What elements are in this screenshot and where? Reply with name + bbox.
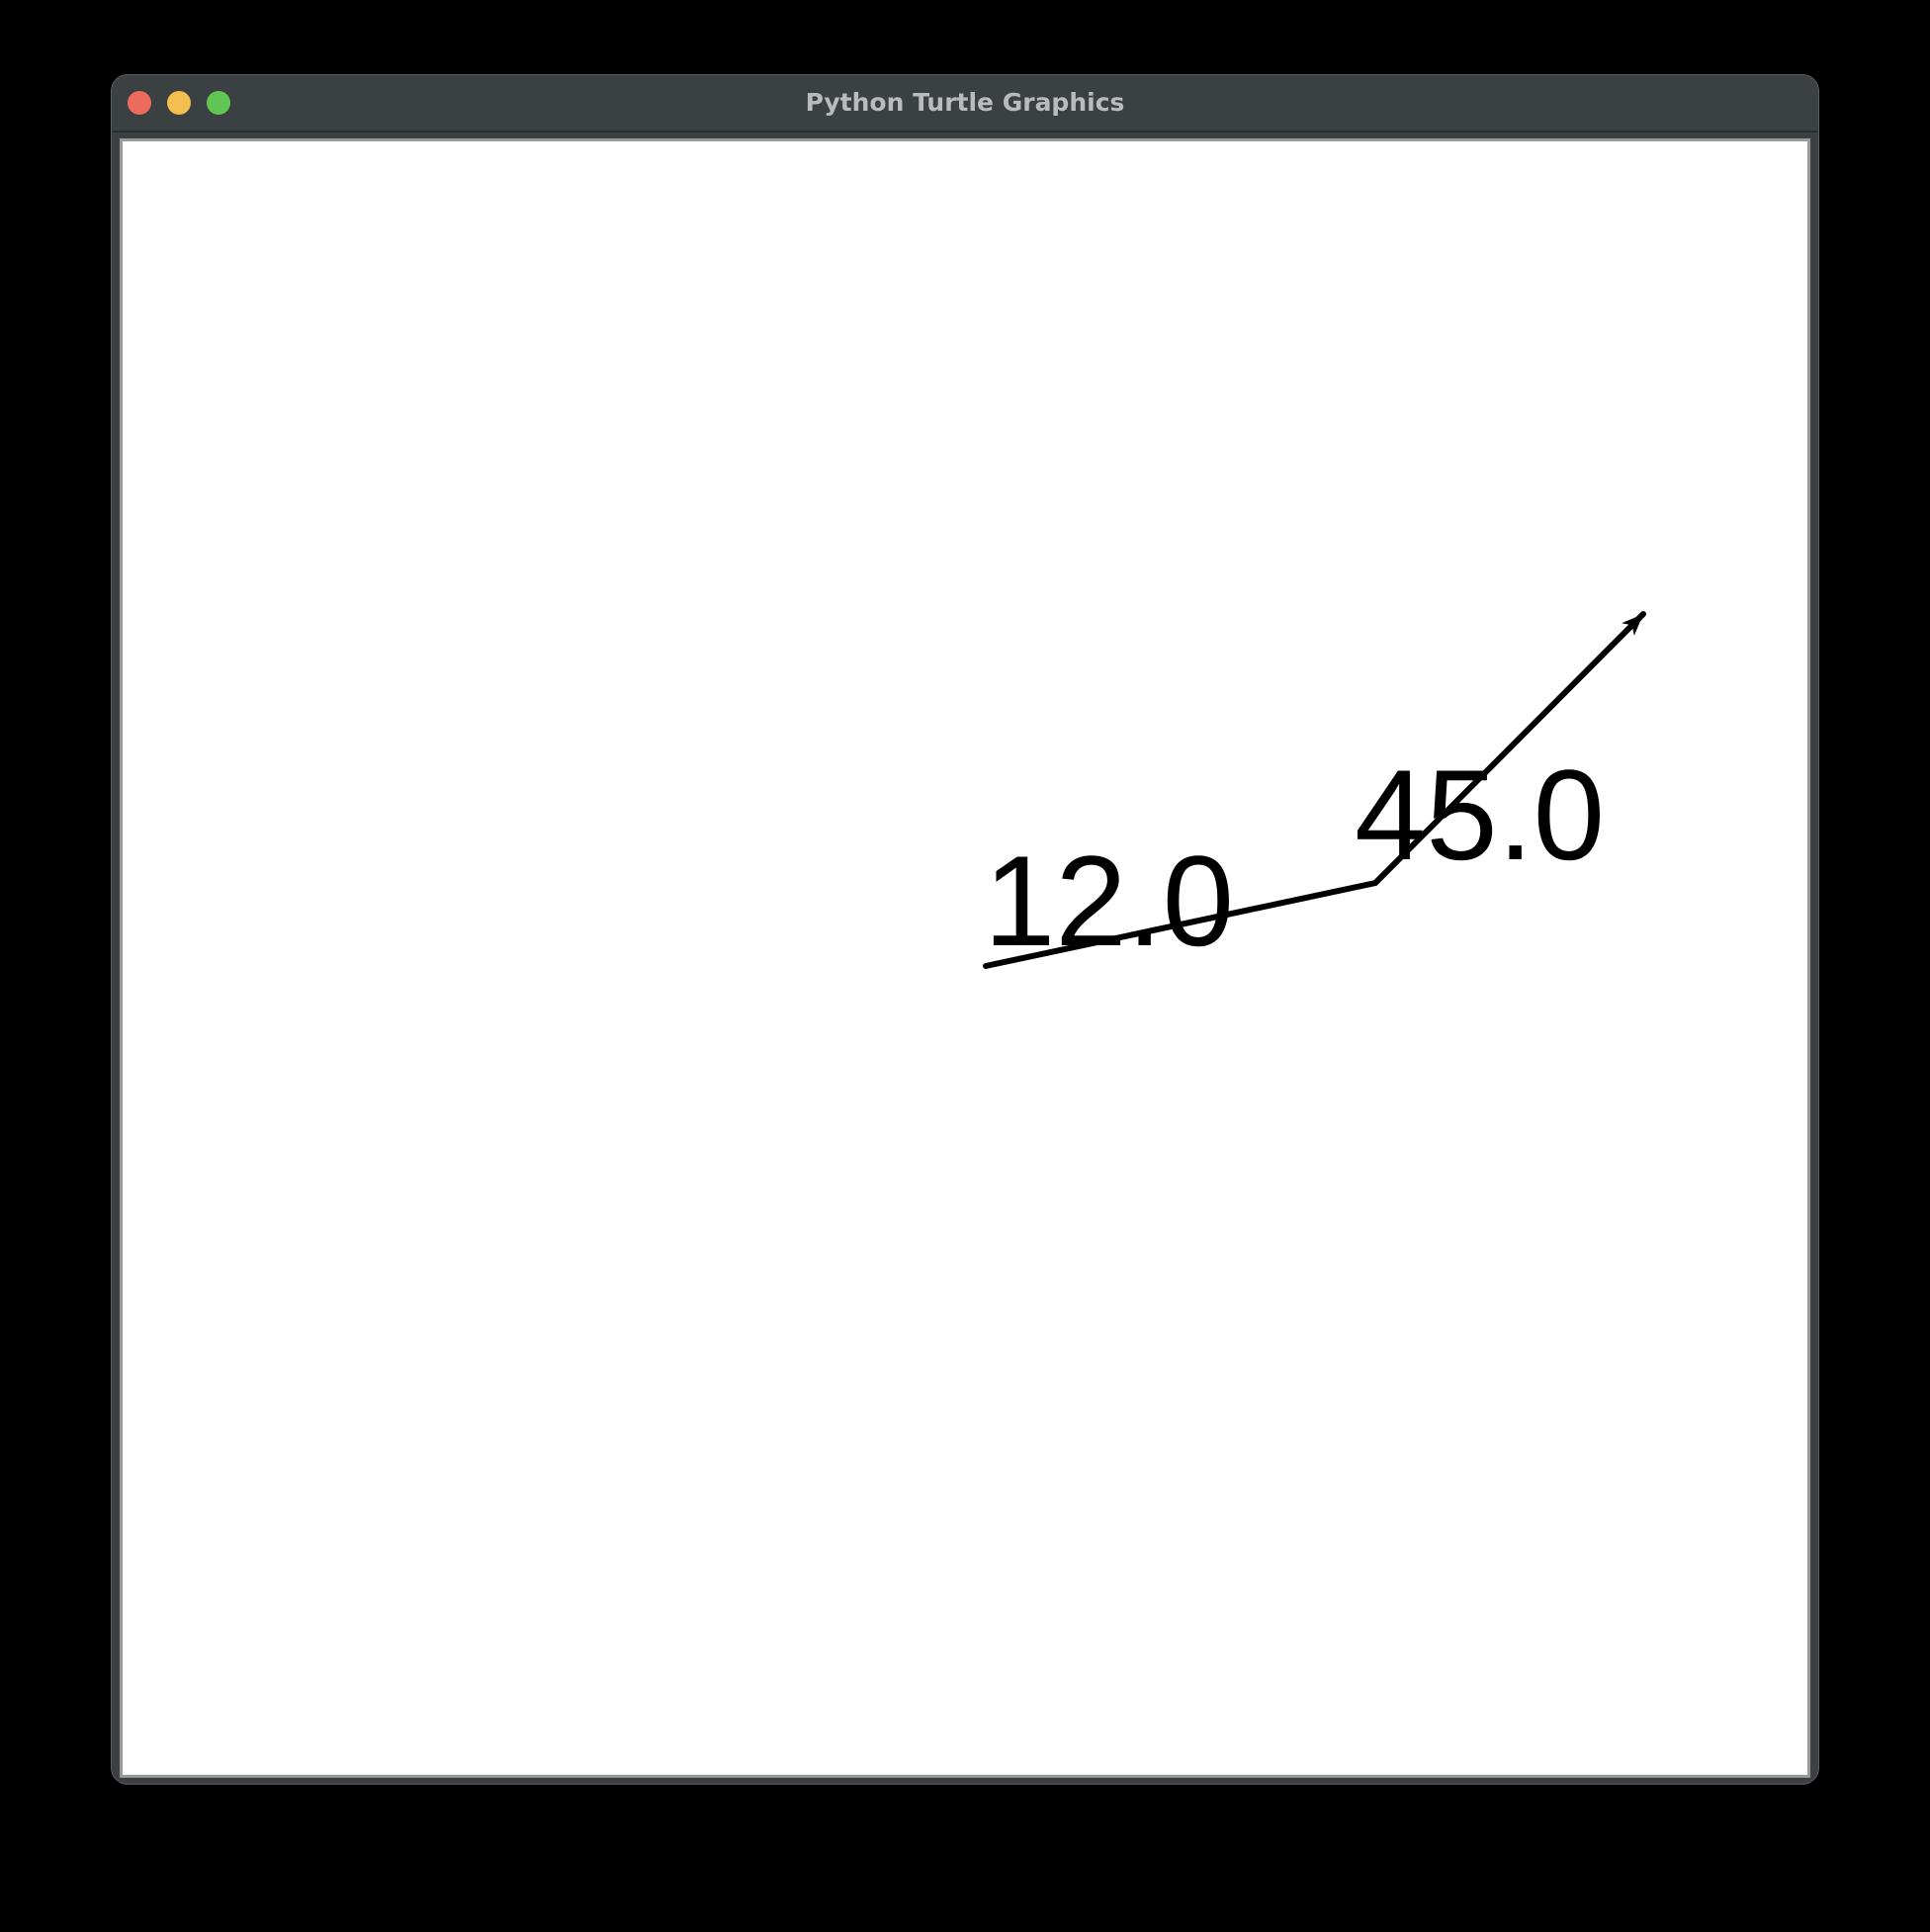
turtle-canvas[interactable]: 12.0 45.0 — [120, 138, 1810, 1778]
title-bar[interactable]: Python Turtle Graphics — [112, 75, 1818, 132]
turtle-window: Python Turtle Graphics 12.0 45.0 — [112, 75, 1818, 1784]
drawing-surface: 12.0 45.0 — [983, 611, 1646, 973]
label-second-segment: 45.0 — [1355, 743, 1605, 887]
window-title: Python Turtle Graphics — [805, 88, 1125, 117]
label-first-segment: 12.0 — [984, 829, 1234, 973]
